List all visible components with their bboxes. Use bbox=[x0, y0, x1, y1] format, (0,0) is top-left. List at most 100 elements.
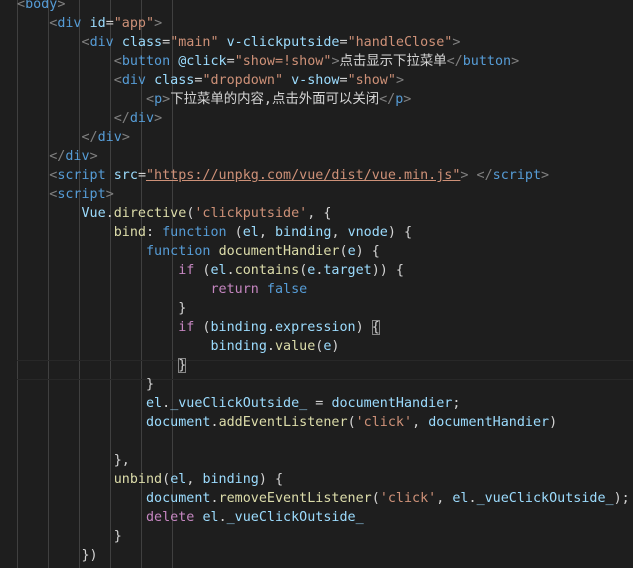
code-editor[interactable]: <body> <div id="app"> <div class="main" … bbox=[0, 0, 633, 568]
code-token: directive bbox=[113, 206, 187, 221]
code-token: src bbox=[113, 168, 138, 183]
code-token: )) { bbox=[371, 263, 404, 278]
code-line[interactable]: </div> bbox=[17, 128, 130, 147]
code-token: v-clickputside bbox=[226, 35, 340, 50]
code-token: el bbox=[146, 396, 163, 411]
code-token: return bbox=[210, 282, 259, 297]
code-line[interactable]: }, bbox=[17, 451, 130, 470]
code-token: < bbox=[81, 35, 90, 50]
code-token: script bbox=[57, 187, 106, 202]
code-line[interactable]: delete el._vueClickOutside_ bbox=[17, 508, 364, 527]
code-token: = bbox=[137, 168, 146, 183]
code-token: ( bbox=[194, 320, 211, 335]
code-token: 'click' bbox=[355, 415, 413, 430]
code-token: documentHandier bbox=[218, 244, 340, 259]
code-token: false bbox=[266, 282, 308, 297]
code-token: _vueClickOutside_ bbox=[476, 491, 614, 506]
code-token: } bbox=[17, 529, 122, 544]
code-token: < bbox=[146, 92, 155, 107]
code-token: ) bbox=[549, 415, 558, 430]
code-line[interactable]: document.removeEventListener('click', el… bbox=[17, 489, 630, 508]
code-token: documentHandier bbox=[331, 396, 453, 411]
code-token: ( bbox=[339, 244, 348, 259]
code-token: documentHandier bbox=[428, 415, 550, 430]
code-line[interactable]: } bbox=[17, 375, 154, 394]
code-line[interactable]: if (el.contains(e.target)) { bbox=[17, 261, 404, 280]
code-token: div bbox=[97, 130, 122, 145]
code-token: > bbox=[395, 73, 404, 88]
code-token: , bbox=[186, 472, 203, 487]
code-line[interactable]: } bbox=[17, 356, 187, 375]
code-line[interactable]: unbind(el, binding) { bbox=[17, 470, 283, 489]
code-line[interactable]: <script src="https://unpkg.com/vue/dist/… bbox=[17, 166, 549, 185]
code-line[interactable]: <div class="dropdown" v-show="show"> bbox=[17, 71, 404, 90]
code-line[interactable]: <body> bbox=[17, 0, 65, 14]
code-line[interactable]: function documentHandier(e) { bbox=[17, 242, 380, 261]
code-token: ( bbox=[347, 415, 356, 430]
code-token: = bbox=[339, 73, 348, 88]
code-token: "main" bbox=[170, 35, 219, 50]
code-line[interactable]: binding.value(e) bbox=[17, 337, 339, 356]
code-token: e bbox=[347, 244, 356, 259]
code-token: </ bbox=[49, 149, 66, 164]
code-token: target bbox=[323, 263, 372, 278]
code-token: binding bbox=[202, 472, 259, 487]
code-token: addEventListener bbox=[218, 415, 348, 430]
code-token: Vue bbox=[81, 206, 106, 221]
code-line[interactable]: </div> bbox=[17, 147, 97, 166]
code-token: div bbox=[65, 149, 90, 164]
code-line[interactable]: return false bbox=[17, 280, 307, 299]
code-token: } bbox=[17, 301, 187, 316]
code-token: if bbox=[178, 263, 195, 278]
code-token: > bbox=[162, 92, 171, 107]
code-token: ); bbox=[613, 491, 630, 506]
code-token: ) bbox=[331, 339, 340, 354]
code-line[interactable]: </div> bbox=[17, 109, 162, 128]
code-token: removeEventListener bbox=[218, 491, 372, 506]
code-token: . bbox=[218, 510, 227, 525]
code-token: unbind bbox=[113, 472, 163, 487]
code-token: > bbox=[154, 16, 163, 31]
code-line[interactable]: <button @click="show=!show">点击显示下拉菜单</bu… bbox=[17, 52, 519, 71]
code-line[interactable]: <script> bbox=[17, 185, 114, 204]
code-line[interactable]: } bbox=[17, 299, 186, 318]
code-line[interactable]: <div id="app"> bbox=[17, 14, 162, 33]
code-token: contains bbox=[234, 263, 300, 278]
code-token: </ bbox=[379, 92, 396, 107]
code-token: = bbox=[162, 35, 171, 50]
code-token: , bbox=[258, 225, 275, 240]
code-token: ( bbox=[371, 491, 380, 506]
code-line[interactable]: document.addEventListener('click', docum… bbox=[17, 413, 557, 432]
code-token: div bbox=[57, 16, 82, 31]
code-token: 'click' bbox=[379, 491, 437, 506]
code-token: = bbox=[339, 35, 348, 50]
code-line[interactable]: if (binding.expression) { bbox=[17, 318, 380, 337]
code-token: _vueClickOutside_ bbox=[226, 510, 364, 525]
code-line[interactable]: } bbox=[17, 527, 122, 546]
code-line[interactable]: <div class="main" v-clickputside="handle… bbox=[17, 33, 461, 52]
code-token: ( bbox=[226, 225, 243, 240]
code-line[interactable]: <p>下拉菜单的内容,点击外面可以关闭</p> bbox=[17, 90, 411, 109]
code-line[interactable]: Vue.directive('clickputside', { bbox=[17, 204, 332, 223]
code-line[interactable]: bind: function (el, binding, vnode) { bbox=[17, 223, 412, 242]
code-line[interactable]: }) bbox=[17, 546, 98, 565]
code-token: ( bbox=[194, 263, 211, 278]
code-token: </ bbox=[446, 54, 463, 69]
code-token: document bbox=[146, 415, 211, 430]
code-token: ) bbox=[355, 320, 372, 335]
code-token: }) bbox=[17, 548, 98, 563]
code-token: < bbox=[113, 73, 122, 88]
code-line[interactable]: el._vueClickOutside_ = documentHandier; bbox=[17, 394, 460, 413]
